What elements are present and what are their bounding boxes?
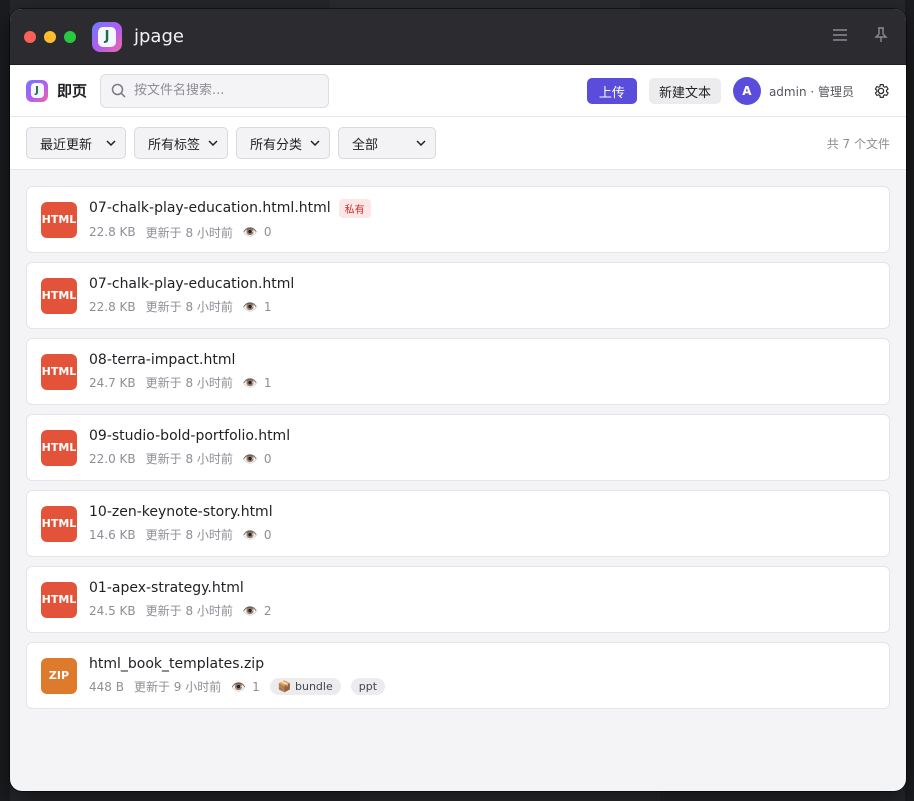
updated-time: 更新于 8 小时前 <box>145 300 233 314</box>
scope-select[interactable]: 全部 <box>338 127 436 159</box>
file-name[interactable]: 09-studio-bold-portfolio.html <box>89 428 290 444</box>
html-file-icon: HTML <box>41 505 77 542</box>
eye-icon: 👁️ <box>242 225 258 239</box>
sort-select[interactable]: 最近更新 <box>26 127 126 159</box>
file-card[interactable]: ZIP html_book_templates.zip 448 B 更新于 9 … <box>26 642 890 709</box>
file-card[interactable]: HTML 10-zen-keynote-story.html 14.6 KB 更… <box>26 490 890 557</box>
tag-chip[interactable]: ppt <box>350 678 386 695</box>
updated-time: 更新于 9 小时前 <box>133 680 222 694</box>
view-count: 0 <box>263 451 272 466</box>
category-select[interactable]: 所有分类 <box>236 127 330 159</box>
brand-name: 即页 <box>57 82 88 100</box>
eye-icon: 👁️ <box>242 527 258 542</box>
file-name[interactable]: 07-chalk-play-education.html <box>89 276 294 292</box>
zip-file-icon: ZIP <box>41 657 77 694</box>
minimize-window-button[interactable] <box>44 30 56 43</box>
file-list: HTML 07-chalk-play-education.html.html 私… <box>10 170 906 709</box>
filter-bar: 最近更新 所有标签 所有分类 全部 共 7 个文件 <box>10 117 906 170</box>
file-name[interactable]: 08-terra-impact.html <box>89 352 235 368</box>
eye-icon: 👁️ <box>242 375 258 390</box>
chevron-down-icon <box>416 140 426 146</box>
eye-icon: 👁️ <box>242 451 258 466</box>
updated-time: 更新于 8 小时前 <box>145 604 233 618</box>
app-window: J jpage J 即页 上传 新建文本 A admin · 管理员 <box>10 9 906 791</box>
search-icon <box>111 83 126 98</box>
eye-icon: 👁️ <box>242 299 258 314</box>
app-header: J 即页 上传 新建文本 A admin · 管理员 <box>10 65 906 117</box>
chevron-down-icon <box>106 140 116 146</box>
pin-icon[interactable] <box>874 27 888 47</box>
search-box[interactable] <box>100 73 330 108</box>
view-count: 1 <box>263 299 272 314</box>
view-count: 0 <box>263 527 272 542</box>
file-count: 共 7 个文件 <box>826 136 890 151</box>
view-count: 2 <box>263 603 272 618</box>
window-controls <box>24 30 76 43</box>
tag-chip[interactable]: 📦 bundle <box>269 678 341 695</box>
file-card[interactable]: HTML 09-studio-bold-portfolio.html 22.0 … <box>26 414 890 481</box>
updated-time: 更新于 8 小时前 <box>145 225 233 240</box>
html-file-icon: HTML <box>41 581 77 618</box>
new-text-button[interactable]: 新建文本 <box>648 78 721 104</box>
window-title: jpage <box>134 26 184 47</box>
background-window-edge <box>0 0 10 801</box>
brand-logo-icon: J <box>26 79 48 102</box>
file-card[interactable]: HTML 08-terra-impact.html 24.7 KB 更新于 8 … <box>26 338 890 405</box>
close-window-button[interactable] <box>24 30 36 43</box>
file-size: 24.5 KB <box>89 603 136 618</box>
user-label: admin · 管理员 <box>768 84 854 99</box>
html-file-icon: HTML <box>41 353 77 390</box>
updated-time: 更新于 8 小时前 <box>145 452 233 466</box>
private-badge: 私有 <box>338 198 371 218</box>
file-card[interactable]: HTML 07-chalk-play-education.html.html 私… <box>26 186 890 253</box>
file-size: 448 B <box>89 679 124 694</box>
html-file-icon: HTML <box>41 277 77 314</box>
view-count: 0 <box>263 225 272 239</box>
view-count: 1 <box>252 679 260 694</box>
file-size: 22.0 KB <box>89 451 136 466</box>
file-name[interactable]: 10-zen-keynote-story.html <box>89 504 273 520</box>
file-name[interactable]: 07-chalk-play-education.html.html <box>89 200 331 216</box>
updated-time: 更新于 8 小时前 <box>145 528 233 542</box>
search-input[interactable] <box>134 83 315 98</box>
gear-icon[interactable] <box>872 82 890 100</box>
file-card[interactable]: HTML 01-apex-strategy.html 24.5 KB 更新于 8… <box>26 566 890 633</box>
tag-select[interactable]: 所有标签 <box>134 127 228 159</box>
file-size: 22.8 KB <box>89 299 136 314</box>
zoom-window-button[interactable] <box>64 30 76 43</box>
background-window-edge <box>905 0 914 801</box>
file-size: 24.7 KB <box>89 375 136 390</box>
avatar[interactable]: A <box>732 77 761 105</box>
menu-icon[interactable] <box>832 27 848 47</box>
eye-icon: 👁️ <box>242 603 258 618</box>
html-file-icon: HTML <box>41 429 77 466</box>
eye-icon: 👁️ <box>231 679 247 694</box>
title-bar: J jpage <box>10 9 906 65</box>
chevron-down-icon <box>310 140 320 146</box>
html-file-icon: HTML <box>41 201 77 238</box>
file-size: 22.8 KB <box>89 225 136 239</box>
file-size: 14.6 KB <box>89 527 136 542</box>
background-window-edge <box>330 0 640 9</box>
updated-time: 更新于 8 小时前 <box>145 376 233 390</box>
file-name[interactable]: html_book_templates.zip <box>89 656 264 672</box>
upload-button[interactable]: 上传 <box>586 78 637 104</box>
app-logo-icon: J <box>92 21 122 52</box>
file-name[interactable]: 01-apex-strategy.html <box>89 580 244 596</box>
chevron-down-icon <box>208 140 218 146</box>
file-card[interactable]: HTML 07-chalk-play-education.html 22.8 K… <box>26 262 890 329</box>
view-count: 1 <box>263 375 272 390</box>
